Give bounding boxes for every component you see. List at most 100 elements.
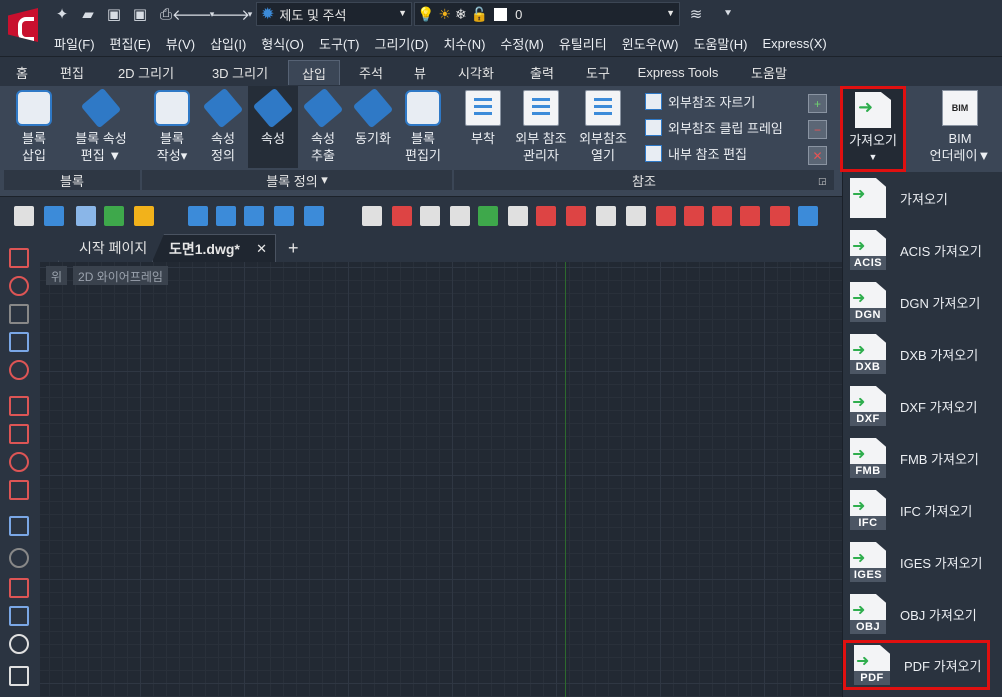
menu-item[interactable]: 삽입(I)	[202, 34, 253, 53]
toolbar-tool-icon[interactable]	[134, 206, 154, 226]
import-menu-item[interactable]: ➜ PDF PDF 가져오기	[843, 640, 990, 690]
draw-tool-icon[interactable]	[9, 424, 29, 444]
menu-item[interactable]: 도움말(H)	[686, 34, 755, 53]
tab-start-page[interactable]: 시작 페이지	[58, 234, 158, 262]
toolbar-tool-icon[interactable]	[798, 206, 818, 226]
import-menu-item[interactable]: ➜ IGES IGES 가져오기	[842, 536, 1002, 588]
toolbar-tool-icon[interactable]	[478, 206, 498, 226]
draw-tool-icon[interactable]	[9, 634, 29, 654]
import-menu-item[interactable]: ➜ DXF DXF 가져오기	[842, 380, 1002, 432]
tab-ribbon[interactable]: 삽입	[288, 60, 340, 85]
save-icon[interactable]: ▣	[104, 4, 124, 24]
tab-drawing1[interactable]: 도면1.dwg* ✕	[152, 234, 276, 262]
panel-title-block-def[interactable]: 블록 정의 ▾	[142, 170, 452, 190]
draw-tool-icon[interactable]	[9, 248, 29, 268]
toolbar-tool-icon[interactable]	[450, 206, 470, 226]
view-label[interactable]: 위	[46, 266, 68, 285]
toolbar-tool-icon[interactable]	[392, 206, 412, 226]
tab-ribbon[interactable]: 홈	[4, 60, 40, 85]
tab-ribbon[interactable]: 주석	[342, 60, 400, 85]
toolbar-tool-icon[interactable]	[304, 206, 324, 226]
toolbar-tool-icon[interactable]	[104, 206, 124, 226]
drawing-canvas[interactable]	[40, 262, 842, 697]
draw-tool-icon[interactable]	[9, 578, 29, 598]
menu-item[interactable]: 윈도우(W)	[614, 34, 686, 53]
import-menu-item[interactable]: ➜ ACIS ACIS 가져오기	[842, 224, 1002, 276]
xref-open-button[interactable]: 외부참조 열기	[574, 90, 632, 164]
import-button[interactable]: ➜ 가져오기 ▼	[840, 86, 906, 172]
toolbar-tool-icon[interactable]	[740, 206, 760, 226]
customize-toolbar-icon[interactable]: ⯆	[718, 4, 738, 24]
workspace-select[interactable]: ✹ 제도 및 주석 ▼	[256, 2, 412, 26]
match-layer-icon[interactable]: ≋	[686, 4, 706, 24]
attach-button[interactable]: 부착	[458, 90, 508, 147]
tab-ribbon[interactable]: 2D 그리기	[100, 60, 192, 85]
import-menu-item[interactable]: ➜ IFC IFC 가져오기	[842, 484, 1002, 536]
tab-ribbon[interactable]: 도구	[572, 60, 624, 85]
tab-ribbon[interactable]: 출력	[514, 60, 570, 85]
toolbar-tool-icon[interactable]	[216, 206, 236, 226]
menu-item[interactable]: 편집(E)	[102, 34, 158, 53]
toolbar-tool-icon[interactable]	[536, 206, 556, 226]
tab-ribbon[interactable]: 도움말	[730, 60, 808, 85]
xref-clip-button[interactable]: 외부참조 자르기	[645, 92, 755, 111]
toolbar-tool-icon[interactable]	[596, 206, 616, 226]
save-as-icon[interactable]: ▣	[130, 4, 150, 24]
toolbar-tool-icon[interactable]	[656, 206, 676, 226]
remove-from-workset-icon[interactable]: −	[808, 120, 827, 139]
tab-ribbon[interactable]: 편집	[44, 60, 100, 85]
import-menu-item[interactable]: ➜ DGN DGN 가져오기	[842, 276, 1002, 328]
block-create-button[interactable]: 블록 작성▾	[144, 90, 200, 164]
menu-item[interactable]: 그리기(D)	[367, 34, 436, 53]
inplace-ref-edit-button[interactable]: 내부 참조 편집	[645, 144, 747, 163]
attribute-extract-button[interactable]: 속성 추출	[298, 87, 348, 164]
toolbar-tool-icon[interactable]	[14, 206, 34, 226]
block-insert-button[interactable]: 블록 삽입	[6, 90, 62, 164]
app-logo-icon[interactable]	[0, 0, 46, 56]
undo-icon[interactable]: 🡐	[172, 4, 212, 24]
import-menu-item[interactable]: ➜ OBJ OBJ 가져오기	[842, 588, 1002, 640]
menu-item[interactable]: 뷰(V)	[158, 34, 202, 53]
toolbar-tool-icon[interactable]	[712, 206, 732, 226]
draw-tool-icon[interactable]	[9, 332, 29, 352]
discard-changes-icon[interactable]: ✕	[808, 146, 827, 165]
new-file-icon[interactable]: ✦	[52, 4, 72, 24]
toolbar-tool-icon[interactable]	[188, 206, 208, 226]
draw-tool-icon[interactable]	[9, 606, 29, 626]
open-folder-icon[interactable]: ▰	[78, 4, 98, 24]
close-icon[interactable]: ✕	[256, 241, 267, 257]
attribute-define-button[interactable]: 속성 정의	[198, 87, 248, 164]
tab-ribbon[interactable]: 뷰	[402, 60, 438, 85]
visual-style-label[interactable]: 2D 와이어프레임	[73, 266, 168, 285]
toolbar-tool-icon[interactable]	[44, 206, 64, 226]
tab-ribbon[interactable]: Express Tools	[628, 60, 728, 85]
tab-ribbon[interactable]: 3D 그리기	[194, 60, 286, 85]
draw-tool-icon[interactable]	[9, 396, 29, 416]
add-tab-button[interactable]: +	[278, 234, 308, 262]
import-menu-item[interactable]: ➜ FMB FMB 가져오기	[842, 432, 1002, 484]
xref-manager-button[interactable]: 외부 참조 관리자	[508, 90, 574, 164]
menu-item[interactable]: 수정(M)	[492, 34, 550, 53]
block-attr-edit-button[interactable]: 블록 속성 편집 ▼	[62, 87, 140, 164]
panel-launcher-icon[interactable]: ◲	[818, 176, 827, 187]
draw-tool-icon[interactable]	[9, 548, 29, 568]
import-menu-item[interactable]: ➜ DXB DXB 가져오기	[842, 328, 1002, 380]
menu-item[interactable]: 파일(F)	[46, 34, 102, 53]
toolbar-tool-icon[interactable]	[508, 206, 528, 226]
menu-item[interactable]: 도구(T)	[311, 34, 367, 53]
menu-item[interactable]: 형식(O)	[253, 34, 311, 53]
import-menu-item[interactable]: ➜ 가져오기	[842, 172, 1002, 224]
draw-tool-icon[interactable]	[9, 666, 29, 686]
toolbar-tool-icon[interactable]	[626, 206, 646, 226]
menu-item[interactable]: 유틸리티	[551, 34, 614, 53]
toolbar-tool-icon[interactable]	[244, 206, 264, 226]
draw-tool-icon[interactable]	[9, 480, 29, 500]
draw-tool-icon[interactable]	[9, 276, 29, 296]
toolbar-tool-icon[interactable]	[684, 206, 704, 226]
toolbar-tool-icon[interactable]	[420, 206, 440, 226]
attribute-button[interactable]: 속성	[248, 86, 298, 168]
toolbar-tool-icon[interactable]	[770, 206, 790, 226]
block-editor-button[interactable]: 블록 편집기	[398, 90, 448, 164]
menu-item[interactable]: 치수(N)	[435, 34, 492, 53]
layer-select[interactable]: 💡 ☀ ❄ 🔓 0 ▼	[414, 2, 680, 26]
